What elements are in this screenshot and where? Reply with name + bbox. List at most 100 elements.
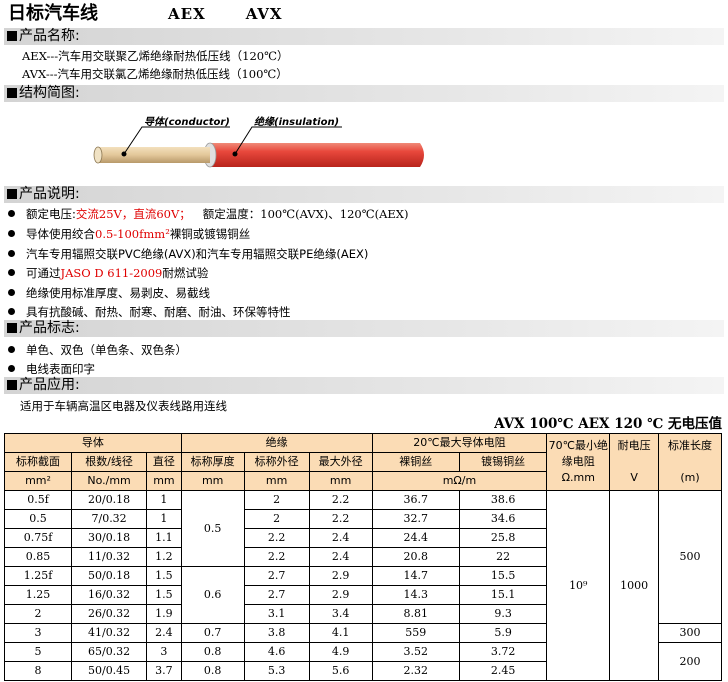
group-length: 标准长度 (m) [657, 433, 723, 491]
cell-od-max: 3.4 [308, 604, 373, 624]
cell-od-max: 2.2 [308, 509, 373, 529]
marking-text: 电线表面印字 [26, 362, 95, 376]
cell-tinned: 34.6 [458, 509, 548, 529]
cell-area: 1.25f [3, 566, 73, 586]
section-band-name: 产品名称: [4, 28, 724, 45]
square-bullet-icon [7, 189, 17, 199]
section-band-application: 产品应用: [4, 377, 724, 394]
desc-highlight: JASO D 611-2009 [60, 266, 163, 280]
desc-text: 可通过 [26, 266, 61, 280]
cell-od-nom: 2.7 [243, 585, 310, 605]
unit-strand: No./mm [71, 471, 148, 491]
cell-dia: 1.5 [146, 585, 182, 605]
group-insulation: 绝缘 [180, 433, 373, 453]
name-line-avx: AVX---汽车用交联氯乙烯绝缘耐热低压线（100℃） [22, 67, 288, 81]
cell-thick-merged: 0.5 [180, 490, 245, 567]
desc-text: 额定电压: [26, 207, 76, 221]
unit-od-nom: mm [243, 471, 310, 491]
unit-dia: mm [146, 471, 182, 491]
cell-od-nom: 2.7 [243, 566, 310, 586]
cell-dia: 1.1 [146, 528, 182, 548]
cell-bare: 14.7 [371, 566, 460, 586]
bullet-icon [8, 289, 15, 296]
cell-od-nom: 4.6 [243, 642, 310, 662]
bullet-icon [8, 346, 15, 353]
cell-bare: 36.7 [371, 490, 460, 510]
cell-od-max: 2.4 [308, 528, 373, 548]
desc-text: 裸铜或镀锡铜丝 [169, 227, 251, 241]
section-title: 产品应用: [19, 377, 80, 393]
desc-text: 具有抗酸碱、耐热、耐寒、耐磨、耐油、环保等特性 [26, 305, 291, 319]
cell-strand: 26/0.32 [71, 604, 148, 624]
desc-highlight: 0.5-100fmm² [95, 227, 170, 241]
cell-strand: 50/0.45 [71, 661, 148, 681]
group-resistance: 20℃最大导体电阻 [371, 433, 548, 453]
cell-od-nom: 3.1 [243, 604, 310, 624]
withstand-label: 耐电压 [617, 439, 651, 452]
cell-dia: 3.7 [146, 661, 182, 681]
desc-insulation: 汽车专用辐照交联PVC绝缘(AVX)和汽车专用辐照交联PE绝缘(AEX) [8, 245, 368, 264]
cell-area: 5 [3, 642, 73, 662]
section-band-structure: 结构简图: [4, 85, 724, 102]
cell-area: 1.25 [3, 585, 73, 605]
cell-od-max: 2.2 [308, 490, 373, 510]
spec-table: 导体 绝缘 20℃最大导体电阻 70℃最小绝缘电阻 Ω.mm 耐电压 V 标准长度 (… [3, 433, 723, 681]
cell-area: 0.5 [3, 509, 73, 529]
group-ins-resistance: 70℃最小绝缘电阻 Ω.mm [546, 433, 611, 491]
cell-tinned: 2.45 [458, 661, 548, 681]
cell-bare: 14.3 [371, 585, 460, 605]
cell-ins-merged: 10⁹ [546, 490, 611, 681]
cell-tinned: 22 [458, 547, 548, 567]
cell-tinned: 9.3 [458, 604, 548, 624]
desc-strip: 绝缘使用标准厚度、易剥皮、易截线 [8, 284, 210, 303]
section-title: 结构简图: [19, 85, 80, 101]
cell-thick: 0.8 [180, 661, 245, 681]
cell-tinned: 15.5 [458, 566, 548, 586]
unit-od-max: mm [308, 471, 373, 491]
title-code-aex: AEX [168, 5, 206, 23]
conductor-label: 导体(conductor) [144, 116, 230, 128]
cell-od-max: 2.9 [308, 566, 373, 586]
desc-text: 耐燃试验 [162, 266, 209, 280]
section-band-description: 产品说明: [4, 186, 724, 203]
col-tinned: 镀锡铜丝 [458, 452, 548, 472]
square-bullet-icon [7, 323, 17, 333]
col-dia: 直径 [146, 452, 182, 472]
title-code-avx: AVX [245, 5, 283, 23]
cell-strand: 16/0.32 [71, 585, 148, 605]
cell-od-nom: 2 [243, 509, 310, 529]
cell-od-nom: 3.8 [243, 623, 310, 643]
cell-area: 3 [3, 623, 73, 643]
unit-thick: mm [180, 471, 245, 491]
cell-od-nom: 2.2 [243, 528, 310, 548]
desc-text: 绝缘使用标准厚度、易剥皮、易截线 [26, 286, 210, 300]
cell-area: 2 [3, 604, 73, 624]
square-bullet-icon [7, 88, 17, 98]
name-line-aex: AEX---汽车用交联聚乙烯绝缘耐热低压线（120℃） [22, 49, 289, 63]
desc-highlight: 交流25V，直流60V； [75, 207, 191, 221]
cell-dia: 2.4 [146, 623, 182, 643]
cell-strand: 20/0.18 [71, 490, 148, 510]
desc-text: 额定温度：100℃(AVX)、120℃(AEX) [202, 207, 409, 221]
table-heading: AVX 100℃ AEX 120 ℃ 无电压值 [494, 416, 722, 432]
length-unit: (m) [680, 471, 700, 484]
conductor-shape [93, 146, 210, 164]
cell-area: 0.85 [3, 547, 73, 567]
cell-strand: 41/0.32 [71, 623, 148, 643]
ins-resistance-label: 70℃最小绝缘电阻 [548, 439, 608, 468]
desc-voltage: 额定电压:交流25V，直流60V； 额定温度：100℃(AVX)、120℃(AEX… [8, 205, 408, 224]
cell-dia: 1.5 [146, 566, 182, 586]
bullet-icon [8, 308, 15, 315]
wire-structure-diagram: 导体(conductor) 绝缘(insulation) [93, 116, 424, 168]
cell-strand: 65/0.32 [71, 642, 148, 662]
cell-tinned: 15.1 [458, 585, 548, 605]
section-title: 产品标志: [19, 320, 80, 336]
cell-dia: 1 [146, 509, 182, 529]
cell-strand: 7/0.32 [71, 509, 148, 529]
section-band-marking: 产品标志: [4, 320, 724, 337]
cell-tinned: 5.9 [458, 623, 548, 643]
section-title: 产品说明: [19, 186, 80, 202]
cell-tinned: 38.6 [458, 490, 548, 510]
insulation-label: 绝缘(insulation) [254, 116, 339, 128]
ins-resistance-unit: Ω.mm [561, 471, 595, 484]
